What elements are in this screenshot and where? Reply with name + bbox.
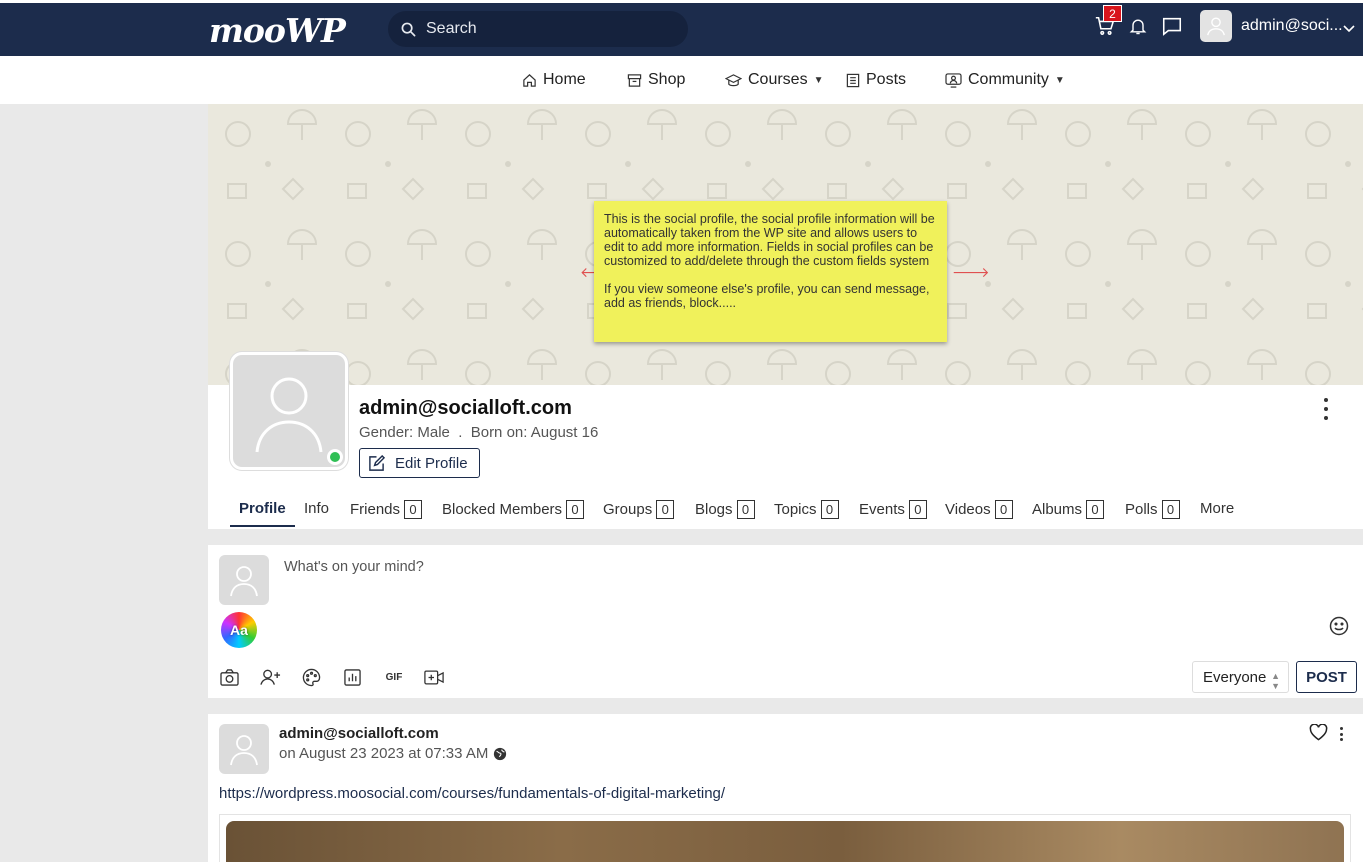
edit-icon [369,454,385,471]
tooltip-paragraph: This is the social profile, the social p… [604,212,935,268]
profile-meta: Gender: Male . Born on: August 16 [359,424,599,441]
tab-count: 0 [1161,500,1180,519]
tab-label: Events [859,501,905,518]
tab-count: 0 [404,500,423,519]
tab-label: Albums [1032,501,1083,518]
tab-videos[interactable]: Videos 0 [945,500,1013,519]
nav-home-label: Home [543,71,586,88]
tab-label: Polls [1125,501,1158,518]
status-input[interactable]: What's on your mind? [284,559,424,575]
feed-link[interactable]: https://wordpress.moosocial.com/courses/… [219,785,725,802]
community-icon [945,72,962,88]
tab-groups[interactable]: Groups 0 [603,500,675,519]
nav-posts[interactable]: Posts [846,56,906,104]
text-style-button[interactable]: Aa [221,612,257,648]
gif-icon[interactable]: GIF [383,666,405,688]
camera-icon[interactable] [218,666,240,688]
tab-label: Blogs [695,501,733,518]
home-icon [523,73,536,87]
tab-label: Videos [945,501,991,518]
top-bar: mooWP Search [0,0,1363,56]
tag-friend-icon[interactable] [259,666,281,688]
tab-label: More [1200,500,1235,517]
tab-count: 0 [820,500,839,519]
nav-shop[interactable]: Shop [627,56,685,104]
tab-label: Groups [603,501,653,518]
link-preview-card[interactable] [219,814,1351,862]
tab-count: 0 [908,500,927,519]
edit-profile-button[interactable]: Edit Profile [359,448,480,478]
nav-posts-label: Posts [866,71,907,88]
posts-icon [846,73,860,87]
user-avatar[interactable] [1200,10,1232,42]
tour-tooltip: This is the social profile, the social p… [594,201,947,342]
tab-blogs[interactable]: Blogs 0 [695,500,755,519]
tab-info[interactable]: Info [304,500,329,517]
tab-topics[interactable]: Topics 0 [774,500,839,519]
user-name[interactable]: admin@soci... [1241,17,1343,35]
caret-down-icon: ▼ [1054,74,1065,86]
tab-more[interactable]: More [1200,500,1234,517]
privacy-value: Everyone [1203,668,1267,686]
tab-count: 0 [1086,500,1105,519]
search-icon [401,22,416,36]
graduation-cap-icon [725,73,742,86]
tab-label: Blocked Members [442,501,563,518]
link-preview-image [226,821,1344,862]
post-button[interactable]: POST [1296,661,1357,693]
site-logo[interactable]: mooWP [209,11,346,50]
privacy-select[interactable]: Everyone ▲ ▼ [1192,661,1289,693]
feed-timestamp: on August 23 2023 at 07:33 AM [279,745,507,762]
tab-polls[interactable]: Polls 0 [1125,500,1180,519]
tooltip-paragraph: If you view someone else's profile, you … [604,282,930,310]
tab-events[interactable]: Events 0 [859,500,927,519]
search-box[interactable]: Search [388,11,688,47]
globe-icon [494,747,507,760]
feed-author-name[interactable]: admin@socialloft.com [279,725,439,742]
feed-author-avatar[interactable] [219,724,269,774]
nav-home[interactable]: Home [522,56,586,104]
nav-community[interactable]: Community ▼ [945,56,1065,104]
online-status-dot [327,449,343,465]
chevron-down-icon[interactable] [1343,20,1355,38]
nav-shop-label: Shop [648,71,686,88]
select-caret-icon: ▲ ▼ [1271,671,1280,691]
tab-count: 0 [566,500,585,519]
tab-count: 0 [656,500,675,519]
palette-icon[interactable] [300,666,322,688]
bell-icon[interactable] [1126,14,1150,38]
poll-icon[interactable] [341,666,363,688]
search-input[interactable]: Search [426,20,477,38]
main-nav: Home Shop Courses ▼ Posts Community ▼ [0,56,1363,104]
video-add-icon[interactable] [423,666,445,688]
cart-count-badge: 2 [1103,5,1122,22]
profile-options-icon[interactable] [1318,398,1334,420]
tab-label: Info [304,500,330,517]
tab-label: Profile [239,500,286,517]
composer-avatar [219,555,269,605]
tab-albums[interactable]: Albums 0 [1032,500,1105,519]
nav-community-label: Community [968,71,1049,88]
tab-label: Topics [774,501,817,518]
profile-name: admin@socialloft.com [359,397,572,419]
shop-icon [627,73,642,87]
caret-down-icon: ▼ [813,74,824,86]
tab-profile[interactable]: Profile [239,500,286,517]
active-tab-indicator [230,525,295,527]
edit-profile-label: Edit Profile [395,454,468,472]
nav-courses-label: Courses [748,71,808,88]
nav-courses[interactable]: Courses ▼ [725,56,823,104]
tab-label: Friends [350,501,401,518]
feed-time-text: on August 23 2023 at 07:33 AM [279,745,489,762]
feed-options-icon[interactable] [1337,727,1345,741]
emoji-icon[interactable] [1329,616,1349,641]
tab-count: 0 [736,500,755,519]
tab-count: 0 [994,500,1013,519]
tab-blocked-members[interactable]: Blocked Members 0 [442,500,585,519]
tab-friends[interactable]: Friends 0 [350,500,423,519]
message-icon[interactable] [1160,14,1184,38]
like-heart-icon[interactable] [1309,723,1328,746]
arrow-right-icon[interactable]: 🡒 [952,264,990,281]
